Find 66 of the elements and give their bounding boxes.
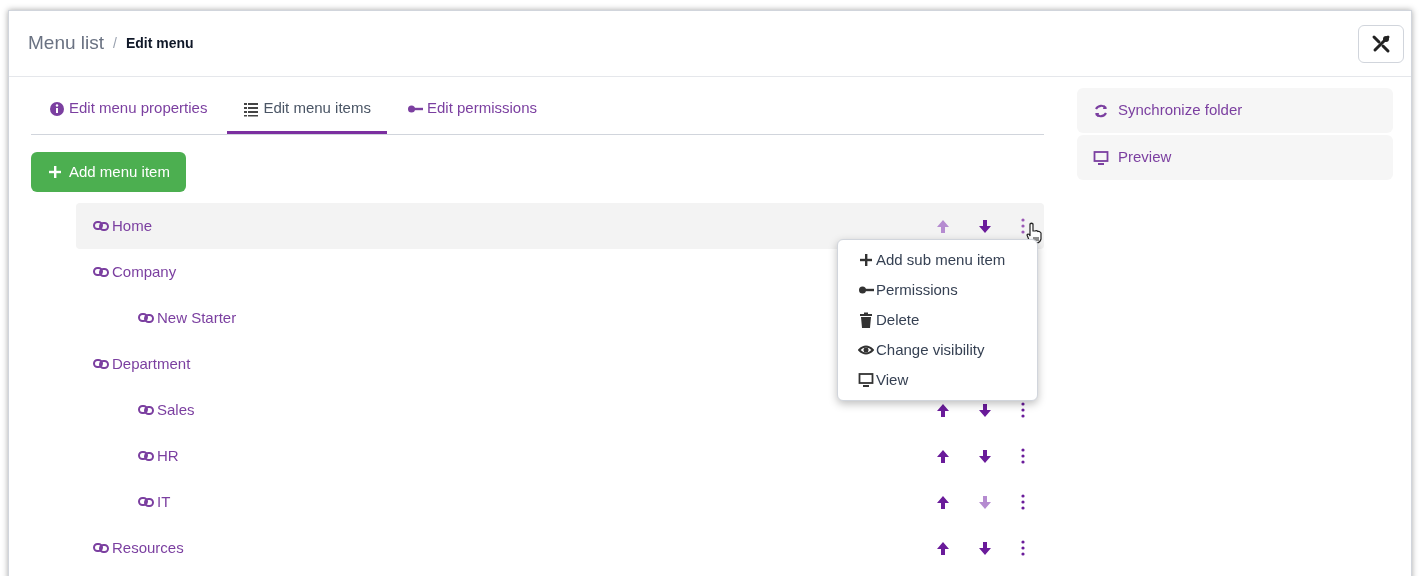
arrow-up-icon: [937, 541, 949, 555]
context-menu-item[interactable]: Add sub menu item: [838, 245, 1037, 275]
sync-icon: [1093, 102, 1109, 119]
plus-icon: [47, 164, 63, 180]
tools-button[interactable]: [1358, 24, 1404, 63]
move-up-button[interactable]: [937, 541, 949, 555]
arrow-down-icon: [979, 219, 991, 233]
link-icon: [138, 448, 154, 464]
menu-item-link[interactable]: Home: [93, 214, 152, 238]
link-icon: [138, 310, 154, 326]
arrow-up-icon: [937, 449, 949, 463]
more-options-button[interactable]: [1021, 540, 1025, 556]
arrow-down-icon: [979, 403, 991, 417]
context-menu-item[interactable]: Permissions: [838, 275, 1037, 305]
context-menu-item[interactable]: View: [838, 365, 1037, 395]
tab[interactable]: Edit menu properties: [47, 86, 210, 134]
breadcrumb-separator: /: [113, 34, 117, 53]
tab[interactable]: Edit menu items: [227, 86, 387, 134]
tab[interactable]: Edit permissions: [404, 86, 539, 134]
link-icon: [93, 540, 109, 556]
arrow-down-icon: [979, 541, 991, 555]
side-action-button[interactable]: Synchronize folder: [1077, 88, 1393, 133]
menu-item-link[interactable]: IT: [138, 490, 171, 514]
info-icon: [49, 100, 65, 117]
context-menu-item[interactable]: Change visibility: [838, 335, 1037, 365]
link-icon: [138, 494, 154, 510]
link-icon: [93, 264, 109, 280]
arrow-up-icon: [937, 495, 949, 509]
more-options-button[interactable]: [1021, 402, 1025, 418]
move-up-button[interactable]: [937, 449, 949, 463]
more-options-icon: [1021, 448, 1025, 464]
link-icon: [93, 218, 109, 234]
side-action-button[interactable]: Preview: [1077, 135, 1393, 180]
move-down-button[interactable]: [979, 541, 991, 555]
breadcrumb-link[interactable]: Menu list: [28, 29, 105, 58]
menu-item-link[interactable]: New Starter: [138, 306, 237, 330]
more-options-icon: [1021, 402, 1025, 418]
move-down-button[interactable]: [979, 449, 991, 463]
menu-item-link[interactable]: HR: [138, 444, 179, 468]
menu-item-link[interactable]: Company: [93, 260, 177, 284]
arrow-down-icon: [979, 495, 991, 509]
more-options-icon: [1021, 494, 1025, 510]
more-options-icon: [1021, 218, 1025, 234]
move-up-button[interactable]: [937, 495, 949, 509]
more-options-button[interactable]: [1021, 448, 1025, 464]
move-up-button[interactable]: [937, 403, 949, 417]
list-icon: [243, 100, 260, 117]
more-options-icon: [1021, 540, 1025, 556]
monitor-icon: [858, 372, 874, 388]
link-icon: [93, 356, 109, 372]
more-options-button[interactable]: [1021, 494, 1025, 510]
trash-icon: [858, 312, 874, 328]
arrow-down-icon: [979, 449, 991, 463]
menu-item-link[interactable]: Resources: [93, 536, 184, 560]
link-icon: [138, 402, 154, 418]
breadcrumb-current: Edit menu: [125, 34, 194, 53]
arrow-up-icon: [937, 403, 949, 417]
menu-item-link[interactable]: Department: [93, 352, 191, 376]
menu-item-link[interactable]: Sales: [138, 398, 195, 422]
tools-icon: [1371, 33, 1391, 54]
move-down-button[interactable]: [979, 403, 991, 417]
arrow-up-icon: [937, 219, 949, 233]
context-menu-item[interactable]: Delete: [838, 305, 1037, 335]
monitor-icon: [1093, 149, 1109, 166]
plus-icon: [858, 252, 874, 268]
move-down-button[interactable]: [979, 219, 991, 233]
